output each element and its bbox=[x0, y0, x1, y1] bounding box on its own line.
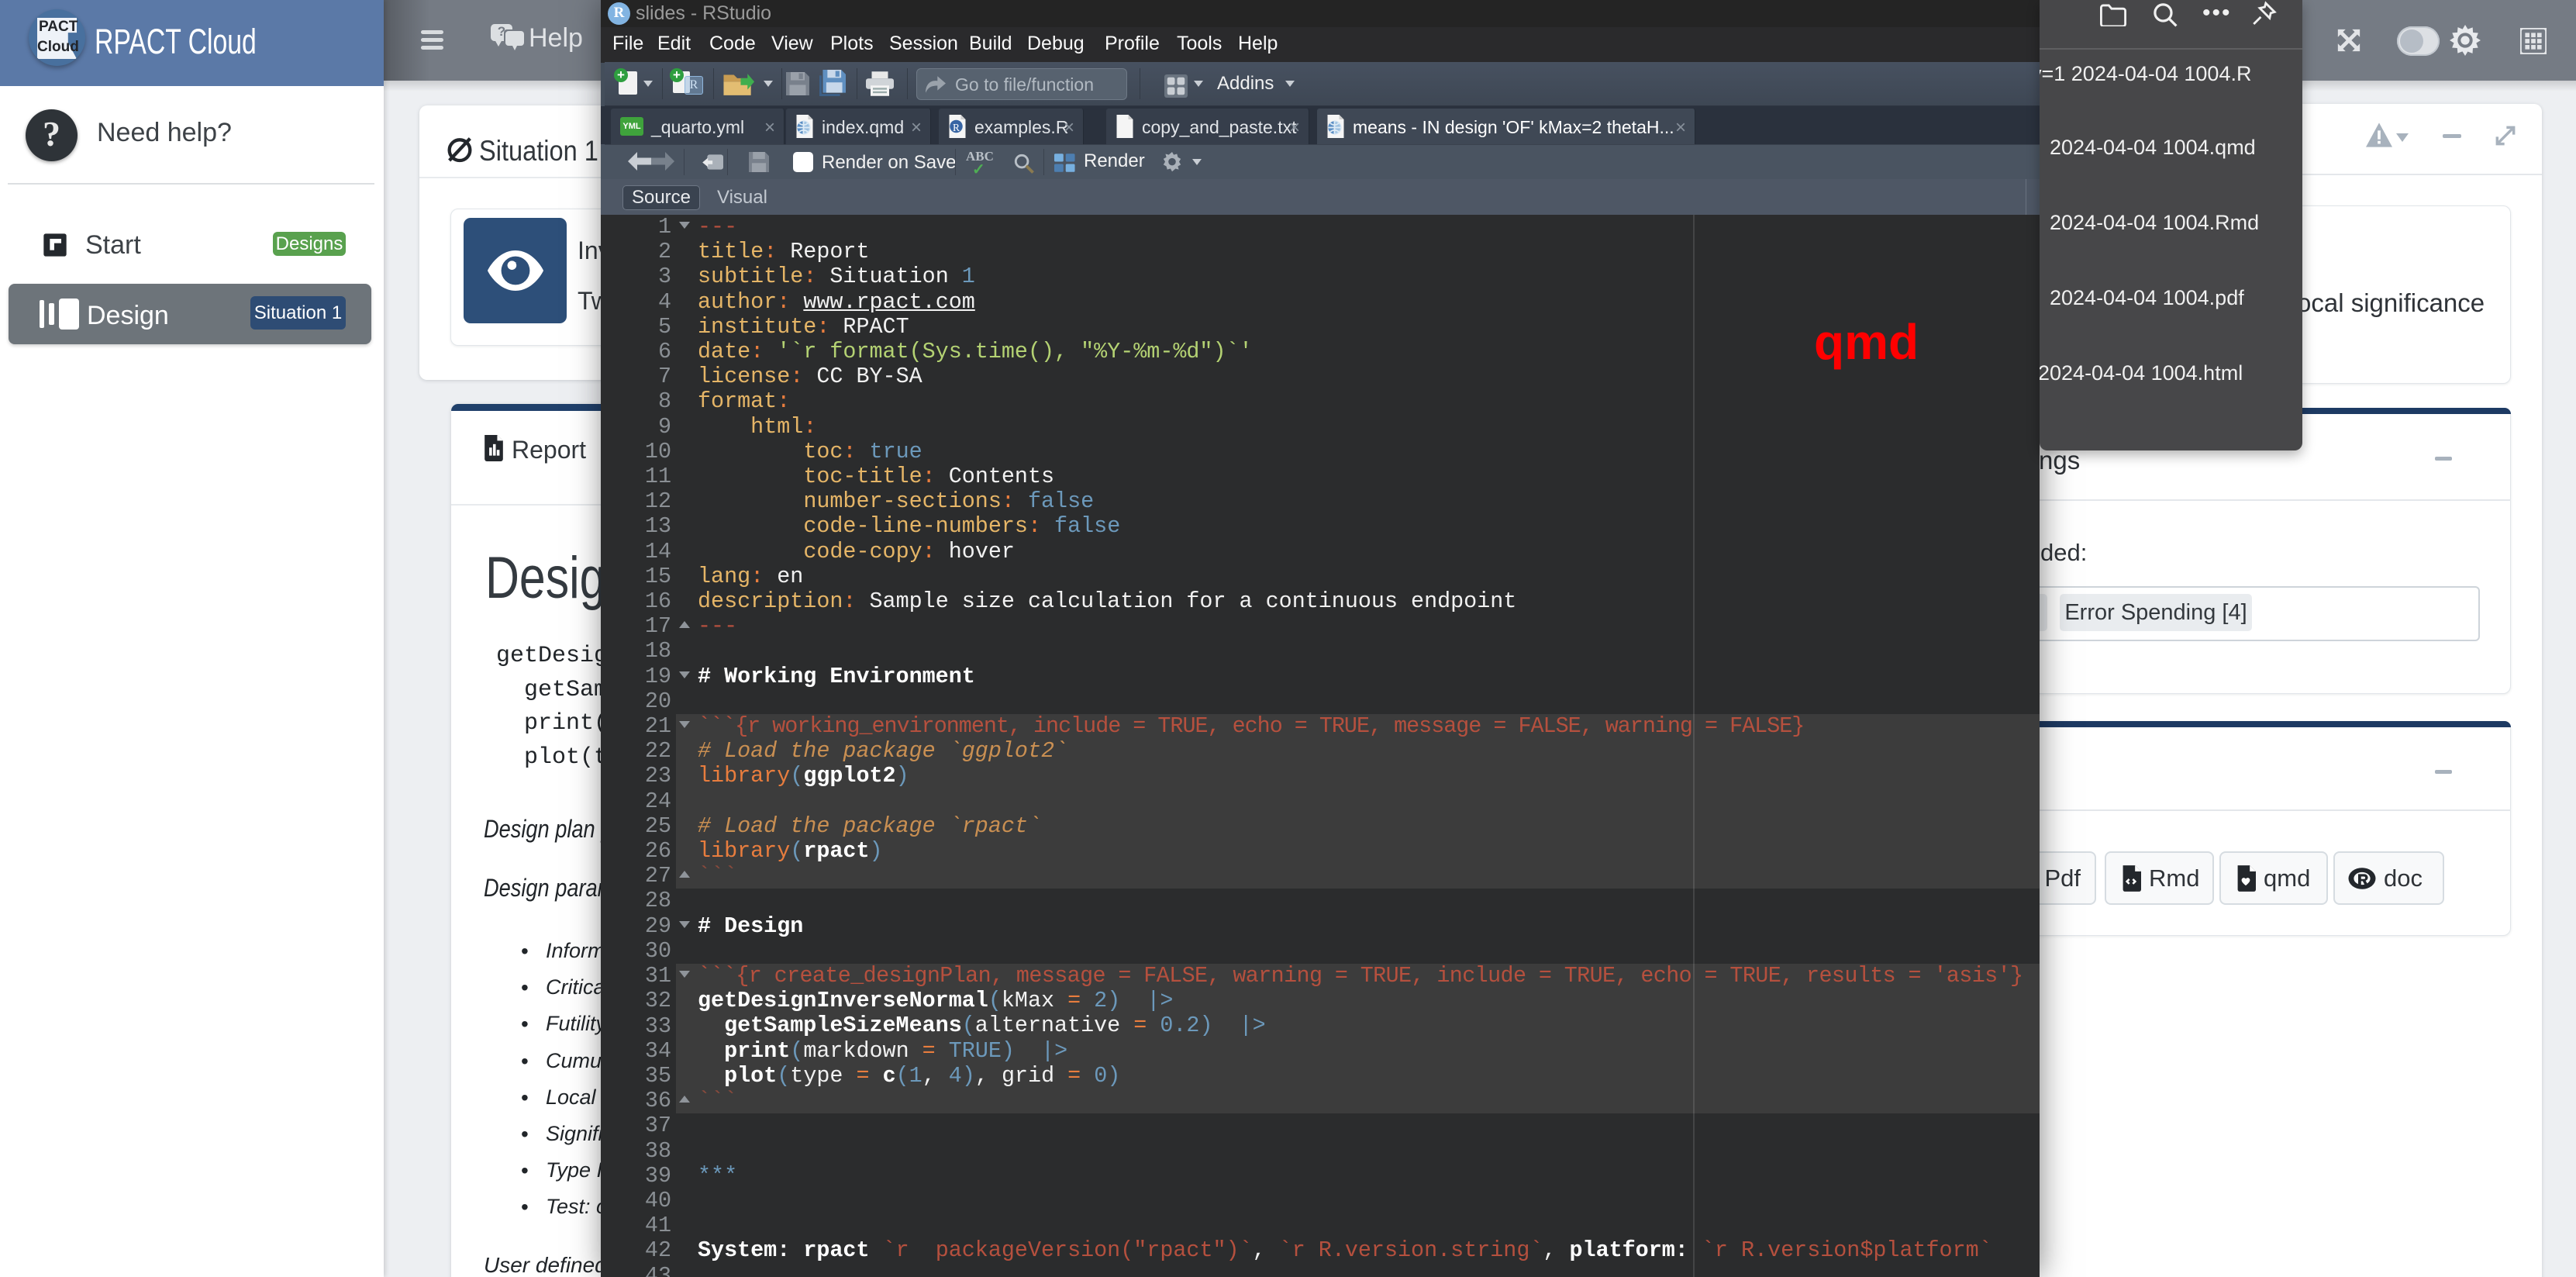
svg-text:R: R bbox=[953, 122, 960, 133]
